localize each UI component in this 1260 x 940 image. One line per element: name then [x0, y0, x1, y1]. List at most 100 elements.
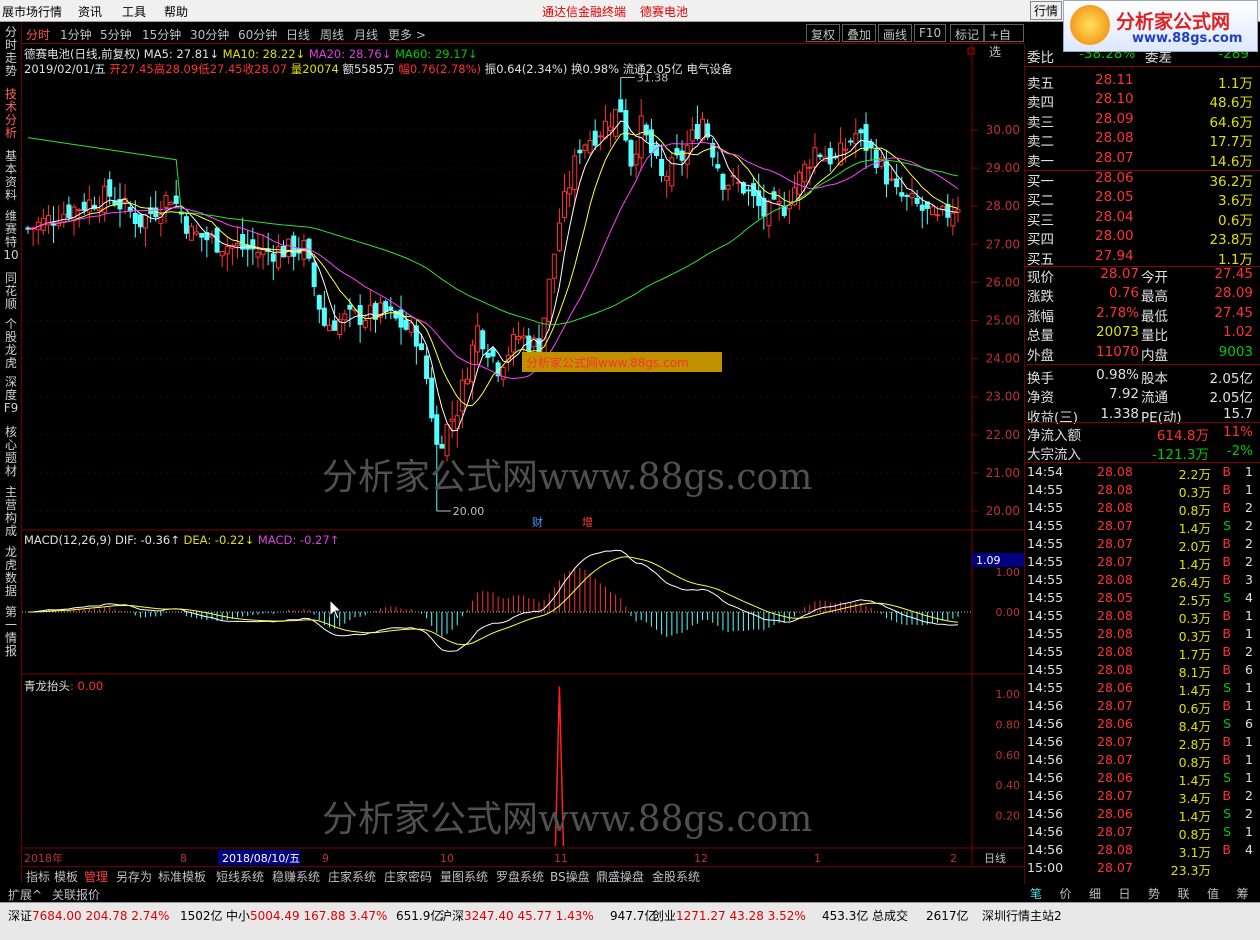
tick-volume: 0.3万	[1178, 629, 1211, 644]
formula-tab[interactable]: 鼎盛操盘	[596, 868, 644, 885]
period-more[interactable]: 更多 >	[388, 26, 426, 43]
bid-label: 买四	[1027, 232, 1054, 249]
formula-tab[interactable]: 短线系统	[216, 868, 264, 885]
menu-market[interactable]: 展市场行情	[2, 3, 62, 20]
candle-body	[679, 150, 685, 161]
period-day[interactable]: 日线	[286, 26, 310, 43]
tick-price: 28.08	[1097, 608, 1133, 623]
corner-marker	[967, 47, 975, 55]
idx-hs[interactable]: 沪深3247.40 45.77 1.43%	[440, 907, 594, 924]
tab-value[interactable]: 值	[1207, 885, 1219, 902]
nav-weisai[interactable]: 维赛特10	[3, 210, 19, 262]
period-intraday[interactable]: 分时	[26, 26, 50, 43]
nav-theme[interactable]: 核心题材	[3, 426, 19, 478]
chart-header-1: 德赛电池(日线,前复权) MA5: 27.81↓ MA10: 28.22↓ MA…	[24, 46, 478, 62]
formula-tab[interactable]: 量图系统	[440, 868, 488, 885]
tick-side: B	[1222, 788, 1231, 803]
formula-tab[interactable]: 庄家密码	[384, 868, 432, 885]
formula-tab[interactable]: 庄家系统	[328, 868, 376, 885]
sep-line	[1025, 66, 1260, 67]
nav-lhb[interactable]: 个股龙虎	[3, 318, 19, 370]
btn-overlay[interactable]: 叠加	[842, 24, 877, 42]
btn-draw[interactable]: 画线	[878, 24, 913, 42]
stat-label2: 量比	[1141, 328, 1168, 345]
btn-f10[interactable]: F10	[914, 24, 947, 42]
period-1m[interactable]: 1分钟	[60, 26, 92, 43]
menu-help[interactable]: 帮助	[164, 3, 188, 20]
btn-watchlist[interactable]: +自选	[984, 24, 1024, 59]
candle-body	[894, 178, 900, 188]
candle-body	[81, 201, 87, 211]
bar-turnover: 换0.98%	[570, 62, 620, 76]
flower-icon	[1070, 5, 1110, 45]
candle-body	[255, 251, 261, 258]
nav-f9[interactable]: 深度F9	[3, 376, 19, 415]
formula-tab[interactable]: 管理	[84, 868, 108, 885]
tab-detail[interactable]: 细	[1089, 885, 1101, 902]
formula-tab[interactable]: 金股系统	[652, 868, 700, 885]
logo-url: www.88gs.com	[1132, 31, 1243, 46]
bid-volume: 0.6万	[1218, 212, 1253, 229]
tick-row: 15:00 28.07 23.3万	[1027, 860, 1257, 878]
nav-tech[interactable]: 技术分析	[3, 88, 19, 140]
menu-news[interactable]: 资讯	[78, 3, 102, 20]
period-5m[interactable]: 5分钟	[100, 26, 132, 43]
stat-row: 总量 20073 量比 1.02	[1027, 324, 1257, 345]
stat-value2: 27.45	[1214, 266, 1253, 282]
nav-intraday[interactable]: 分时走势	[3, 26, 19, 78]
tick-price: 28.06	[1097, 770, 1133, 785]
period-30m[interactable]: 30分钟	[190, 26, 229, 43]
candle-body	[403, 319, 409, 330]
tick-side: S	[1223, 518, 1231, 533]
tab-chips[interactable]: 筹	[1237, 885, 1249, 902]
idx-sz[interactable]: 深证7684.00 204.78 2.74%	[8, 907, 169, 924]
server-name[interactable]: 深圳行情主站2	[982, 907, 1062, 924]
nav-basic[interactable]: 基本资料	[3, 150, 19, 202]
tick-volume: 3.1万	[1178, 845, 1211, 860]
nav-ths[interactable]: 同花顺	[3, 272, 19, 311]
period-15m[interactable]: 15分钟	[142, 26, 181, 43]
formula-tab[interactable]: 另存为	[116, 868, 152, 885]
menu-tools[interactable]: 工具	[122, 3, 146, 20]
total-label: 总成交	[872, 909, 909, 923]
bar-open: 开27.45	[109, 62, 154, 76]
formula-tab[interactable]: 标准模板	[158, 868, 206, 885]
formula-tab[interactable]: 模板	[54, 868, 78, 885]
nav-business[interactable]: 主营构成	[3, 486, 19, 538]
tick-price: 28.07	[1097, 698, 1133, 713]
candle-body	[398, 309, 404, 328]
candle-body	[797, 171, 803, 195]
tick-row: 14:54 28.08 2.2万 B 1	[1027, 464, 1257, 482]
nav-intel[interactable]: 第一情报	[3, 606, 19, 658]
idx-zx[interactable]: 中小5004.49 167.88 3.47%	[226, 907, 387, 924]
nav-lhdata[interactable]: 龙虎数据	[3, 546, 19, 598]
tab-trades[interactable]: 笔	[1030, 885, 1042, 902]
tick-side: S	[1223, 824, 1231, 839]
formula-tab[interactable]: BS操盘	[550, 868, 590, 885]
tick-side: S	[1223, 770, 1231, 785]
tab-day[interactable]: 日	[1119, 885, 1131, 902]
sep-line	[1025, 462, 1260, 463]
period-60m[interactable]: 60分钟	[238, 26, 277, 43]
btn-adjust[interactable]: 复权	[806, 24, 841, 42]
tick-row: 14:56 28.07 3.4万 B 2	[1027, 788, 1257, 806]
related-quotes-button[interactable]: 关联报价	[52, 886, 100, 903]
candle-body	[286, 238, 292, 258]
tab-trend[interactable]: 势	[1148, 885, 1160, 902]
candle-body	[516, 336, 522, 340]
formula-tab[interactable]: 罗盘系统	[496, 868, 544, 885]
tick-price: 28.08	[1097, 626, 1133, 641]
tab-price[interactable]: 价	[1060, 885, 1072, 902]
idx-zx-amt: 651.9亿	[396, 909, 443, 923]
formula-tab[interactable]: 指标	[26, 868, 50, 885]
idx-cy[interactable]: 创业1271.27 43.28 3.52%	[652, 907, 806, 924]
tab-quotes[interactable]: 行情	[1030, 1, 1063, 20]
btn-mark[interactable]: 标记	[950, 24, 985, 42]
tick-price: 28.08	[1097, 842, 1133, 857]
tab-link[interactable]: 联	[1178, 885, 1190, 902]
period-week[interactable]: 周线	[320, 26, 344, 43]
expand-button[interactable]: 扩展^	[8, 886, 42, 903]
formula-tab[interactable]: 稳赚系统	[272, 868, 320, 885]
tick-time: 14:56	[1027, 734, 1064, 749]
period-month[interactable]: 月线	[354, 26, 378, 43]
